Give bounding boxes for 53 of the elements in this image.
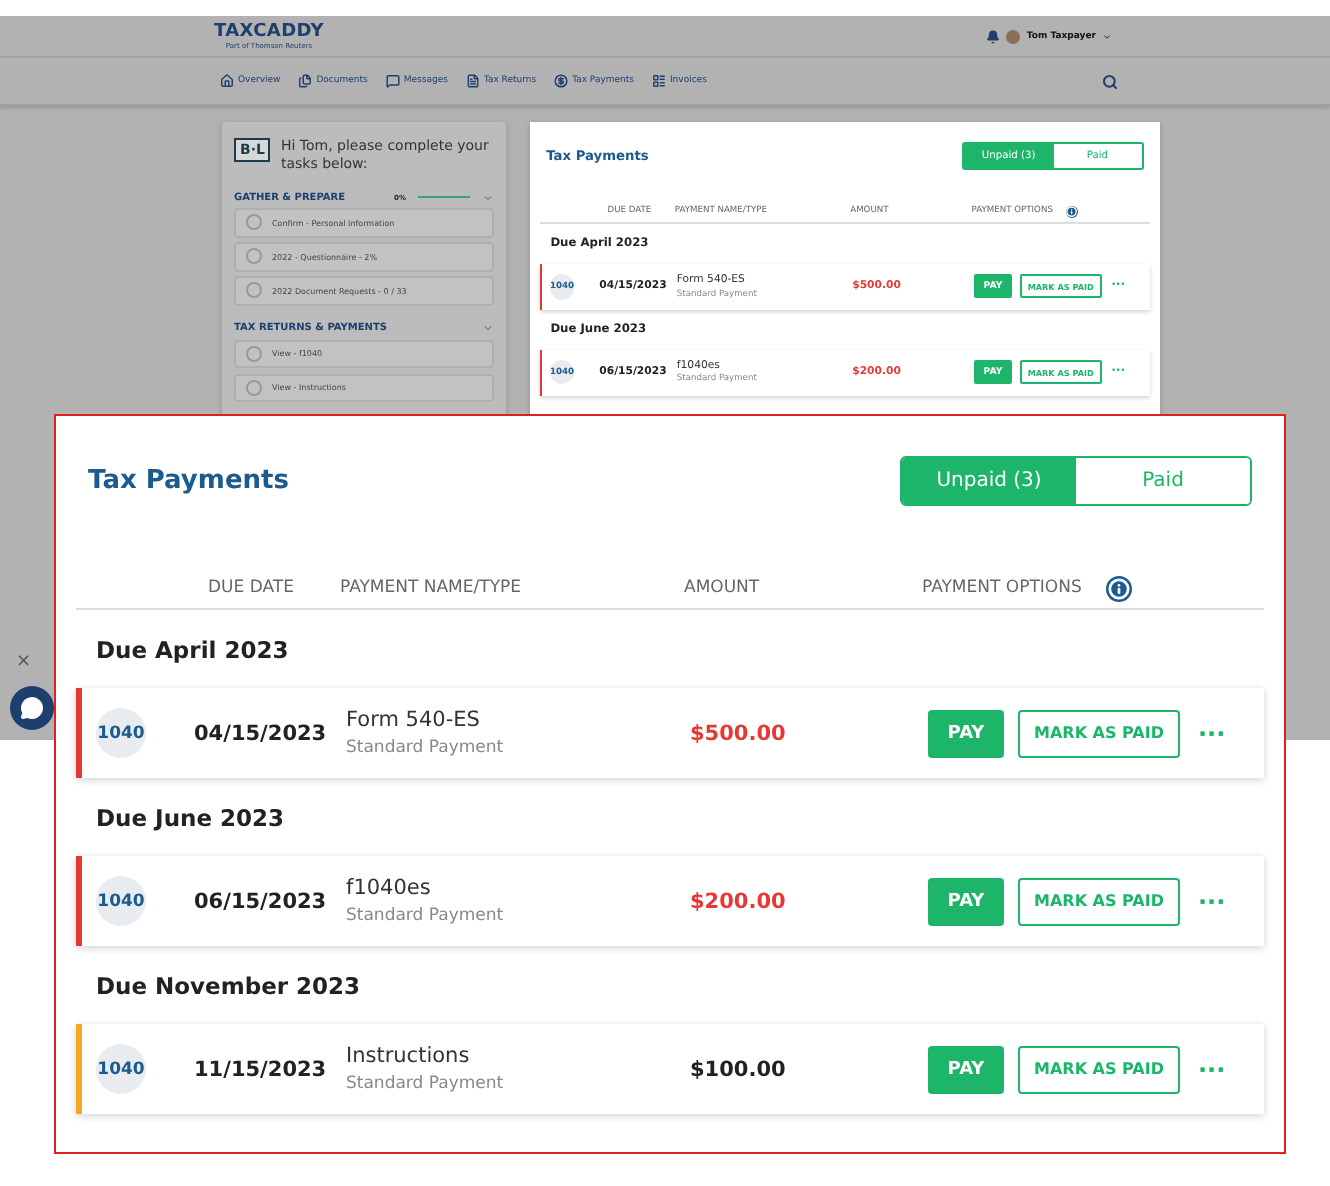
column-header: PAYMENT OPTIONS [922,578,1082,598]
filter-tab[interactable]: Unpaid (3) [902,458,1076,504]
pay-button[interactable]: PAY [928,877,1004,925]
circle-icon [246,282,262,299]
dollar-icon [554,74,569,88]
due-date: 06/15/2023 [194,889,329,913]
home-icon [220,74,234,88]
amount: $200.00 [690,889,788,913]
logo-name: TAXCADDY [214,21,324,41]
documents-icon [298,74,313,88]
amount: $100.00 [690,1057,788,1081]
more-button[interactable]: ··· [1198,721,1226,745]
payment-type: Standard Payment [346,738,506,758]
search-icon[interactable] [1102,73,1118,89]
more-button[interactable]: ··· [1198,889,1226,913]
group-title: Due November 2023 [96,971,361,999]
mark-as-paid-button[interactable]: MARK AS PAID [1018,877,1180,925]
column-header: DUE DATE [206,578,296,598]
document-icon [465,74,480,88]
mark-as-paid-button[interactable]: MARK AS PAID [1018,709,1180,757]
amount: $500.00 [690,721,788,745]
pay-button[interactable]: PAY [928,1045,1004,1093]
message-icon [385,74,400,88]
payment-name: Instructions [346,1044,472,1068]
group-title: Due April 2023 [96,635,289,663]
column-header: AMOUNT [684,578,762,598]
column-header: PAYMENT NAME/TYPE [340,578,524,598]
info-icon[interactable] [1065,205,1079,219]
caret-icon[interactable] [1102,31,1112,41]
payment-name: f1040es [346,876,433,900]
circle-icon [246,379,262,396]
circle-icon [246,248,262,265]
progress-line [418,195,470,199]
list-icon [651,74,666,88]
payment-type: Standard Payment [346,906,506,926]
due-date: 11/15/2023 [194,1057,329,1081]
pay-button[interactable]: PAY [928,709,1004,757]
panel-title: Tax Payments [88,466,289,496]
bell-icon[interactable] [986,29,1001,43]
circle-icon [246,214,262,231]
mark-as-paid-button[interactable]: MARK AS PAID [1018,1045,1180,1093]
group-title: Due June 2023 [96,803,284,831]
payment-name: Form 540-ES [346,708,482,732]
payment-type: Standard Payment [346,1074,506,1094]
form-badge: 1040 [96,1044,146,1094]
form-badge: 1040 [96,708,146,758]
info-icon[interactable] [1105,575,1132,601]
circle-icon [246,345,262,362]
more-button[interactable]: ··· [1198,1057,1226,1081]
form-badge: 1040 [96,876,146,926]
speech-bubble-icon [20,696,44,720]
due-date: 04/15/2023 [194,721,329,745]
close-icon[interactable]: × [16,652,32,672]
